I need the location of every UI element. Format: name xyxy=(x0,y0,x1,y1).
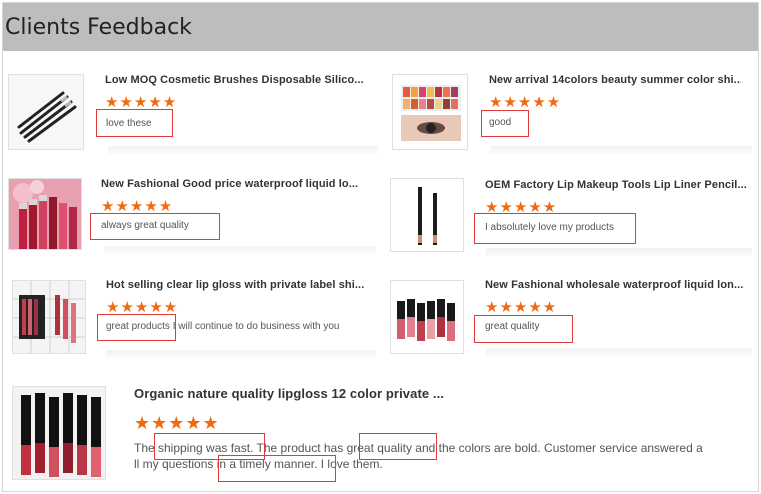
lipgloss-collection-image xyxy=(13,387,105,479)
product-name[interactable]: New Fashional wholesale waterproof liqui… xyxy=(485,279,747,291)
product-name[interactable]: OEM Factory Lip Makeup Tools Lip Liner P… xyxy=(485,179,747,191)
comment-highlight-box xyxy=(96,109,173,137)
product-thumbnail[interactable] xyxy=(12,386,106,480)
review-card[interactable]: Low MOQ Cosmetic Brushes Disposable Sili… xyxy=(8,68,380,158)
liquid-lipstick-image xyxy=(9,179,81,249)
product-name[interactable]: Organic nature quality lipgloss 12 color… xyxy=(134,386,534,401)
review-card[interactable]: New arrival 14colors beauty summer color… xyxy=(392,68,756,158)
review-card[interactable]: New Fashional Good price waterproof liqu… xyxy=(8,170,380,260)
rating-stars: ★★★★★ xyxy=(101,198,174,215)
review-card[interactable]: New Fashional wholesale waterproof liqui… xyxy=(390,270,756,360)
rating-stars: ★★★★★ xyxy=(105,94,178,111)
eyeshadow-palette-image xyxy=(393,75,467,149)
rating-stars: ★★★★★ xyxy=(106,299,179,316)
comment-highlight-box xyxy=(481,110,529,137)
product-name[interactable]: New arrival 14colors beauty summer color… xyxy=(489,74,741,86)
review-card[interactable]: OEM Factory Lip Makeup Tools Lip Liner P… xyxy=(390,170,756,260)
product-thumbnail[interactable] xyxy=(12,280,86,354)
comment-highlight-box xyxy=(359,433,437,460)
product-thumbnail[interactable] xyxy=(8,74,84,150)
makeup-brushes-image xyxy=(9,75,83,149)
comment-highlight-box xyxy=(474,315,573,343)
rating-stars: ★★★★★ xyxy=(489,94,562,111)
card-shadow xyxy=(104,246,376,254)
product-thumbnail[interactable] xyxy=(390,280,464,354)
section-header: Clients Feedback xyxy=(3,3,758,51)
lip-gloss-set-image xyxy=(13,281,85,353)
lip-liner-image xyxy=(391,179,463,251)
product-name[interactable]: Hot selling clear lip gloss with private… xyxy=(106,279,368,291)
comment-text: I will continue to do business with you xyxy=(169,321,340,332)
comment-highlight-box xyxy=(90,213,220,240)
comment-highlight-box xyxy=(218,455,336,482)
review-card[interactable]: Organic nature quality lipgloss 12 color… xyxy=(8,376,756,488)
card-shadow xyxy=(490,146,752,154)
card-shadow xyxy=(108,146,378,154)
review-card[interactable]: Hot selling clear lip gloss with private… xyxy=(8,270,380,360)
rating-stars: ★★★★★ xyxy=(485,299,558,316)
card-shadow xyxy=(106,350,376,358)
lipstick-row-image xyxy=(391,281,463,353)
comment-highlight-box xyxy=(97,314,176,341)
product-name[interactable]: Low MOQ Cosmetic Brushes Disposable Sili… xyxy=(105,74,365,86)
rating-stars: ★★★★★ xyxy=(134,413,220,433)
comment-highlight-box xyxy=(474,213,636,244)
product-thumbnail[interactable] xyxy=(8,178,82,250)
product-name[interactable]: New Fashional Good price waterproof liqu… xyxy=(101,178,363,190)
card-shadow xyxy=(486,348,752,356)
card-shadow xyxy=(486,248,752,256)
product-thumbnail[interactable] xyxy=(392,74,468,150)
product-thumbnail[interactable] xyxy=(390,178,464,252)
section-title: Clients Feedback xyxy=(5,15,192,40)
